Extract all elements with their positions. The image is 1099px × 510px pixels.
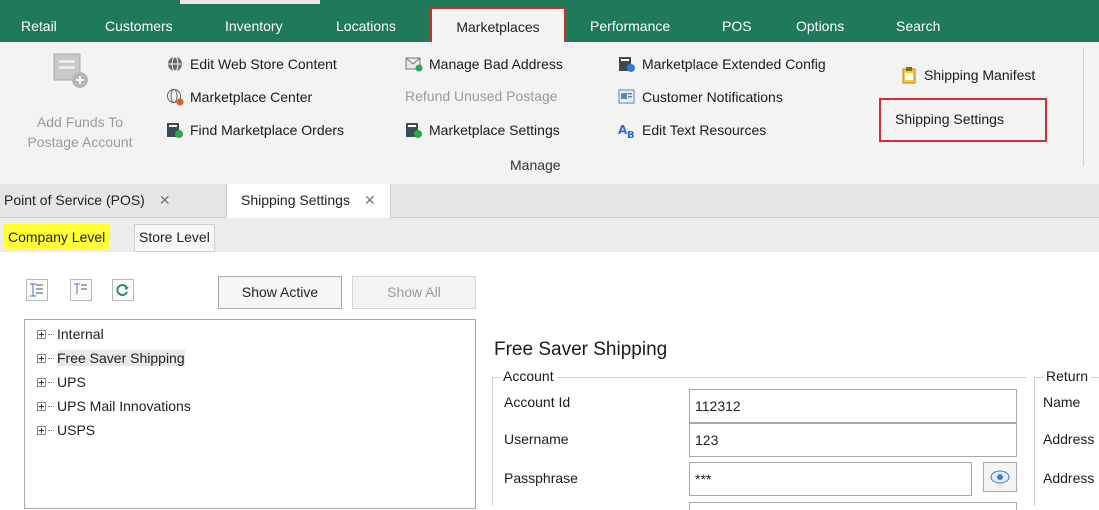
expand-icon[interactable] xyxy=(37,378,46,387)
postage-stamp-icon xyxy=(53,53,88,88)
shipping-manifest-label: Shipping Manifest xyxy=(924,67,1036,83)
tree-node-internal[interactable]: Internal xyxy=(37,326,104,342)
marketplace-settings-button[interactable]: Marketplace Settings xyxy=(405,121,560,139)
tab-store-level[interactable]: Store Level xyxy=(134,224,215,252)
tree-node-ups-mail-innovations[interactable]: UPS Mail Innovations xyxy=(37,398,191,414)
text-resources-icon: AB xyxy=(618,123,635,139)
menu-marketplaces-label: Marketplaces xyxy=(456,19,540,35)
marketplace-settings-label: Marketplace Settings xyxy=(429,122,560,138)
menu-retail[interactable]: Retail xyxy=(21,18,57,34)
svg-text:B: B xyxy=(627,130,635,139)
shipping-settings-ribbon-button[interactable]: Shipping Settings xyxy=(879,98,1047,142)
tree-node-ups[interactable]: UPS xyxy=(37,374,86,390)
document-tab-bar: Point of Service (POS) ✕ Shipping Setting… xyxy=(0,184,1099,218)
username-field[interactable] xyxy=(689,423,1017,457)
return-address-label-1: Address xyxy=(1043,431,1095,447)
edit-text-resources-button[interactable]: A B Edit Text Resources xyxy=(618,121,766,139)
tree-node-usps[interactable]: USPS xyxy=(37,422,95,438)
edit-web-store-content-button[interactable]: Edit Web Store Content xyxy=(166,55,337,73)
expand-icon[interactable] xyxy=(37,354,46,363)
menu-inventory[interactable]: Inventory xyxy=(225,18,283,34)
account-group-label: Account xyxy=(500,368,557,384)
ribbon-separator xyxy=(1083,48,1084,166)
expand-all-icon xyxy=(30,283,43,297)
add-funds-label-1: Add Funds To xyxy=(36,114,124,130)
expand-icon[interactable] xyxy=(37,426,46,435)
carrier-tree: Internal Free Saver Shipping UPS UPS Mai… xyxy=(24,319,476,509)
customer-notifications-label: Customer Notifications xyxy=(642,89,783,105)
account-id-label: Account Id xyxy=(504,394,571,410)
tab-company-level[interactable]: Company Level xyxy=(4,224,110,250)
add-funds-label-2: Postage Account xyxy=(27,134,133,150)
show-passphrase-button[interactable] xyxy=(983,462,1017,492)
find-marketplace-orders-label: Find Marketplace Orders xyxy=(190,122,345,138)
eye-icon xyxy=(990,470,1010,484)
close-icon[interactable]: ✕ xyxy=(159,192,171,208)
tab-point-of-service[interactable]: Point of Service (POS) ✕ xyxy=(4,184,183,217)
menubar-top-strip xyxy=(180,0,320,4)
tab-shipping-label: Shipping Settings xyxy=(241,192,350,208)
menu-search[interactable]: Search xyxy=(896,18,940,34)
extended-config-icon xyxy=(619,57,635,72)
manage-bad-address-button[interactable]: Manage Bad Address xyxy=(405,55,563,73)
tab-shipping-settings[interactable]: Shipping Settings ✕ xyxy=(226,184,391,218)
marketplace-extended-config-label: Marketplace Extended Config xyxy=(642,56,826,72)
collapse-all-button[interactable] xyxy=(70,279,92,301)
menu-customers[interactable]: Customers xyxy=(105,18,173,34)
menu-performance[interactable]: Performance xyxy=(590,18,670,34)
clipboard-icon xyxy=(902,67,916,84)
return-group-left-border xyxy=(1034,377,1035,506)
refresh-icon xyxy=(116,284,129,296)
manage-bad-address-label: Manage Bad Address xyxy=(429,56,563,72)
expand-icon[interactable] xyxy=(37,330,46,339)
show-active-button[interactable]: Show Active xyxy=(218,276,342,309)
return-name-label: Name xyxy=(1043,394,1081,410)
menu-pos[interactable]: POS xyxy=(722,18,752,34)
expand-icon[interactable] xyxy=(37,402,46,411)
close-icon[interactable]: ✕ xyxy=(364,192,376,208)
shipping-manifest-button[interactable]: Shipping Manifest xyxy=(900,66,1035,84)
marketplace-orders-icon xyxy=(167,123,183,138)
address-envelope-icon xyxy=(405,57,423,72)
edit-text-resources-label: Edit Text Resources xyxy=(642,122,767,138)
notifications-icon xyxy=(618,89,635,104)
shipping-settings-ribbon-label: Shipping Settings xyxy=(895,111,1004,127)
find-marketplace-orders-button[interactable]: Find Marketplace Orders xyxy=(166,121,344,139)
ribbon-group-label: Manage xyxy=(510,157,561,173)
add-funds-button[interactable]: Add Funds To Postage Account xyxy=(14,50,146,150)
customer-notifications-button[interactable]: Customer Notifications xyxy=(618,88,783,106)
account-id-field[interactable] xyxy=(689,389,1017,423)
show-all-button[interactable]: Show All xyxy=(352,276,476,309)
refund-unused-postage-button[interactable]: Refund Unused Postage xyxy=(405,88,558,104)
marketplace-settings-icon xyxy=(406,123,422,138)
expand-all-button[interactable] xyxy=(26,279,48,301)
marketplace-extended-config-button[interactable]: Marketplace Extended Config xyxy=(618,55,826,73)
level-tab-bar: Company Level Store Level xyxy=(0,218,1099,252)
account-group-left-border xyxy=(492,377,493,506)
return-group-label: Return xyxy=(1043,368,1092,384)
globe-icon xyxy=(168,56,182,72)
tab-pos-label: Point of Service (POS) xyxy=(4,192,145,208)
next-field-partial[interactable] xyxy=(689,502,1017,510)
detail-title: Free Saver Shipping xyxy=(494,339,668,360)
refresh-button[interactable] xyxy=(112,279,134,301)
marketplace-center-label: Marketplace Center xyxy=(190,89,313,105)
username-label: Username xyxy=(504,431,569,447)
marketplace-center-button[interactable]: Marketplace Center xyxy=(166,88,312,106)
passphrase-label: Passphrase xyxy=(504,470,578,486)
menu-locations[interactable]: Locations xyxy=(336,18,396,34)
collapse-all-icon xyxy=(74,283,87,294)
tree-node-free-saver-shipping[interactable]: Free Saver Shipping xyxy=(37,350,185,366)
passphrase-field[interactable] xyxy=(689,462,972,496)
edit-web-store-content-label: Edit Web Store Content xyxy=(190,56,337,72)
menu-options[interactable]: Options xyxy=(796,18,844,34)
account-group-border xyxy=(492,377,1026,378)
return-address-label-2: Address xyxy=(1043,470,1095,486)
refund-unused-postage-label: Refund Unused Postage xyxy=(405,88,558,104)
globe-gear-icon xyxy=(167,89,184,106)
